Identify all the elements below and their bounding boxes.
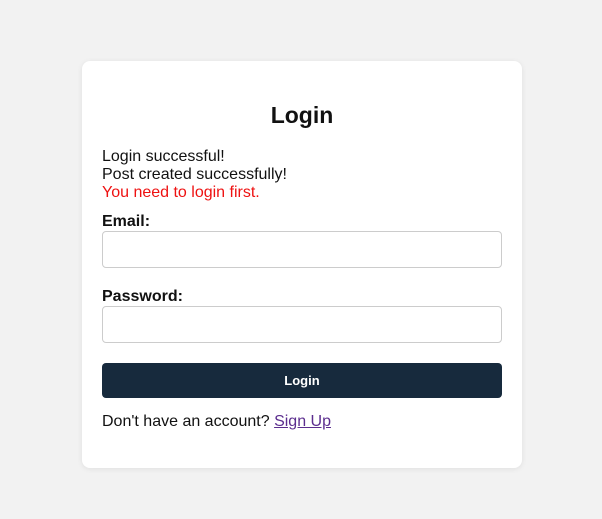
- signup-link[interactable]: Sign Up: [274, 413, 331, 430]
- login-button[interactable]: Login: [102, 363, 502, 398]
- signup-prompt-text: Don't have an account?: [102, 413, 270, 430]
- password-label: Password:: [102, 288, 183, 305]
- email-label: Email:: [102, 213, 151, 230]
- page-title: Login: [270, 102, 334, 128]
- flash-message-success-post: Post created successfully!: [102, 166, 287, 183]
- signup-prompt: Don't have an account? Sign Up: [102, 413, 331, 431]
- flash-message-success-login: Login successful!: [102, 148, 225, 165]
- email-field[interactable]: [102, 231, 502, 268]
- login-card: Login Login successful! Post created suc…: [82, 61, 522, 468]
- password-field[interactable]: [102, 306, 502, 343]
- flash-messages: Login successful! Post created successfu…: [102, 148, 287, 202]
- flash-message-error: You need to login first.: [102, 184, 260, 201]
